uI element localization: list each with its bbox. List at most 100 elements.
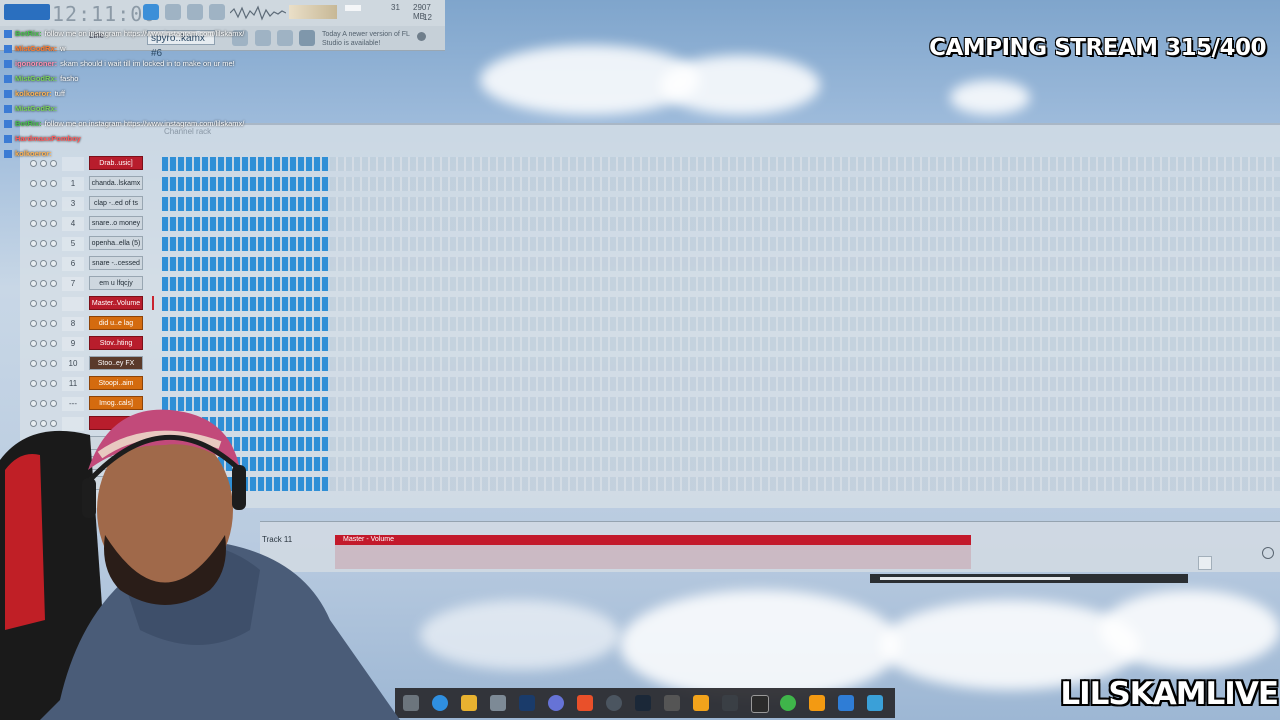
chat-username[interactable]: kolkoeror:: [15, 149, 52, 158]
chat-username[interactable]: MistGodRx:: [15, 74, 57, 83]
channel-pan-knob[interactable]: [40, 220, 47, 227]
fl-studio-icon[interactable]: [693, 695, 709, 711]
discord-icon[interactable]: [548, 695, 564, 711]
capcut-icon[interactable]: [751, 695, 769, 713]
channel-button[interactable]: em u lfqcjy: [89, 276, 143, 290]
song-mode-button[interactable]: [165, 4, 181, 20]
chrome-icon[interactable]: [432, 695, 448, 711]
channel-volume-knob[interactable]: [50, 340, 57, 347]
channel-pan-knob[interactable]: [40, 240, 47, 247]
channel-button[interactable]: did u..e lag: [89, 316, 143, 330]
channel-volume-knob[interactable]: [50, 180, 57, 187]
channel-volume-knob[interactable]: [50, 160, 57, 167]
step-sequencer-row[interactable]: [162, 277, 1280, 291]
step-sequencer-row[interactable]: [162, 217, 1280, 231]
store-icon[interactable]: [490, 695, 506, 711]
channel-button[interactable]: snare..o money: [89, 216, 143, 230]
channel-button[interactable]: Stov..hting: [89, 336, 143, 350]
channel-volume-knob[interactable]: [50, 200, 57, 207]
channel-button[interactable]: chanda..lskamx: [89, 176, 143, 190]
channel-mute-toggle[interactable]: [30, 260, 37, 267]
step-sequencer-row[interactable]: [162, 177, 1280, 191]
pattern-mode-button[interactable]: [143, 4, 159, 20]
mixer-track-number[interactable]: 9: [62, 337, 84, 351]
chat-username[interactable]: BotRix:: [15, 29, 42, 38]
steam-icon[interactable]: [635, 695, 651, 711]
channel-pan-knob[interactable]: [40, 380, 47, 387]
playlist-scroll-up-button[interactable]: [1198, 556, 1212, 570]
channel-pan-knob[interactable]: [40, 280, 47, 287]
channel-button[interactable]: Master..Volume: [89, 296, 143, 310]
news-panel[interactable]: Today A newer version of FL Studio is av…: [322, 30, 422, 48]
mixer-track-number[interactable]: 4: [62, 217, 84, 231]
mixer-track-number[interactable]: 5: [62, 237, 84, 251]
channel-pan-knob[interactable]: [40, 180, 47, 187]
channel-button[interactable]: Stoopi..aim: [89, 376, 143, 390]
chat-username[interactable]: BotRix:: [15, 119, 42, 128]
wait-button[interactable]: [209, 4, 225, 20]
channel-mute-toggle[interactable]: [30, 380, 37, 387]
clock-icon[interactable]: [1262, 547, 1274, 559]
channel-pan-knob[interactable]: [40, 200, 47, 207]
channel-mute-toggle[interactable]: [30, 160, 37, 167]
step-sequencer-row[interactable]: [162, 357, 1280, 371]
channel-button[interactable]: clap -..ed of ts: [89, 196, 143, 210]
brave-icon[interactable]: [577, 695, 593, 711]
channel-pan-knob[interactable]: [40, 300, 47, 307]
mixer-track-number[interactable]: 1: [62, 177, 84, 191]
scrollbar-thumb[interactable]: [880, 577, 1070, 580]
mixer-track-number[interactable]: 6: [62, 257, 84, 271]
step-sequencer-row[interactable]: [162, 237, 1280, 251]
chat-username[interactable]: MistGodRx:: [15, 104, 57, 113]
playlist-horizontal-scrollbar[interactable]: [870, 574, 1188, 583]
mixer-track-number[interactable]: 3: [62, 197, 84, 211]
chat-username[interactable]: igonoroner:: [15, 59, 57, 68]
channel-mute-toggle[interactable]: [30, 240, 37, 247]
step-sequencer-row[interactable]: [162, 197, 1280, 211]
channel-volume-knob[interactable]: [50, 360, 57, 367]
spotify-icon[interactable]: [780, 695, 796, 711]
channel-mute-toggle[interactable]: [30, 340, 37, 347]
mixer-track-number[interactable]: 7: [62, 277, 84, 291]
channel-volume-knob[interactable]: [50, 260, 57, 267]
channel-pan-knob[interactable]: [40, 360, 47, 367]
app-icon[interactable]: [664, 695, 680, 711]
folder-icon[interactable]: [461, 695, 477, 711]
channel-volume-knob[interactable]: [50, 240, 57, 247]
step-sequencer-row[interactable]: [162, 317, 1280, 331]
channel-volume-knob[interactable]: [50, 280, 57, 287]
chat-username[interactable]: MistGodRx:: [15, 44, 57, 53]
photoshop-icon[interactable]: [519, 695, 535, 711]
automation-clip[interactable]: Master - Volume: [335, 535, 971, 545]
channel-mute-toggle[interactable]: [30, 180, 37, 187]
channel-mute-toggle[interactable]: [30, 360, 37, 367]
automation-clip-body[interactable]: [335, 545, 971, 569]
app-icon[interactable]: [403, 695, 419, 711]
mixer-track-number[interactable]: 8: [62, 317, 84, 331]
mixer-track-number[interactable]: 10: [62, 357, 84, 371]
mixer-track-number[interactable]: [62, 297, 84, 311]
fl-logo[interactable]: [4, 4, 50, 20]
channel-button[interactable]: openha..ella (5): [89, 236, 143, 250]
channel-volume-knob[interactable]: [50, 320, 57, 327]
mixer-track-number[interactable]: 11: [62, 377, 84, 391]
step-sequencer-row[interactable]: [162, 297, 1280, 311]
step-sequencer-row[interactable]: [162, 337, 1280, 351]
chat-username[interactable]: HardmaxxPomboy: [15, 134, 81, 143]
song-time-display[interactable]: 12:11:00: [52, 2, 156, 26]
fl-studio-icon[interactable]: [809, 695, 825, 711]
channel-volume-knob[interactable]: [50, 380, 57, 387]
channel-mute-toggle[interactable]: [30, 200, 37, 207]
master-volume-meter[interactable]: [289, 5, 337, 19]
channel-pan-knob[interactable]: [40, 340, 47, 347]
channel-pan-knob[interactable]: [40, 160, 47, 167]
notepad-icon[interactable]: [867, 695, 883, 711]
channel-volume-knob[interactable]: [50, 300, 57, 307]
channel-pan-knob[interactable]: [40, 320, 47, 327]
chat-username[interactable]: kolkoeror:: [15, 89, 52, 98]
channel-button[interactable]: Stoo..ey FX: [89, 356, 143, 370]
channel-mute-toggle[interactable]: [30, 280, 37, 287]
info-icon[interactable]: [417, 32, 426, 41]
record-button[interactable]: [187, 4, 203, 20]
channel-button[interactable]: snare -..cessed: [89, 256, 143, 270]
